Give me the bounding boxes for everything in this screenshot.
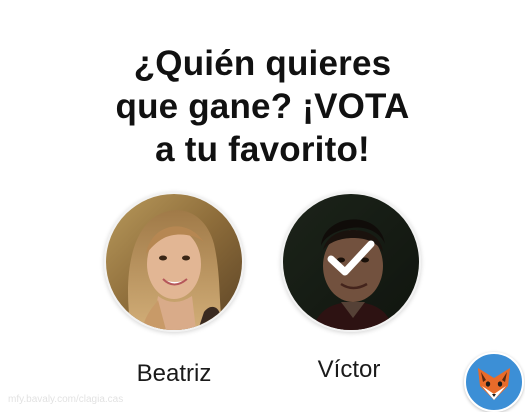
title-line-2: que gane? ¡VOTA <box>115 87 410 126</box>
candidate-name-victor: Víctor <box>317 356 381 383</box>
check-icon <box>327 240 375 276</box>
vote-screen: ¿Quién quieres que gane? ¡VOTA a tu favo… <box>0 0 525 412</box>
title-line-3: a tu favorito! <box>155 130 370 169</box>
candidate-option-beatriz[interactable]: Beatriz <box>104 192 244 387</box>
avatar-beatriz[interactable] <box>104 192 244 332</box>
beatriz-photo <box>106 194 242 330</box>
watermark-text: mfy.bavaly.com/clagia.cas <box>8 394 124 405</box>
title-line-1: ¿Quién quieres <box>133 44 392 83</box>
avatar-victor[interactable] <box>281 192 421 332</box>
fox-logo-icon <box>464 352 524 412</box>
page-title: ¿Quién quieres que gane? ¡VOTA a tu favo… <box>0 42 525 171</box>
candidate-name-beatriz: Beatriz <box>136 360 212 387</box>
candidate-option-victor[interactable]: Víctor <box>281 192 421 383</box>
